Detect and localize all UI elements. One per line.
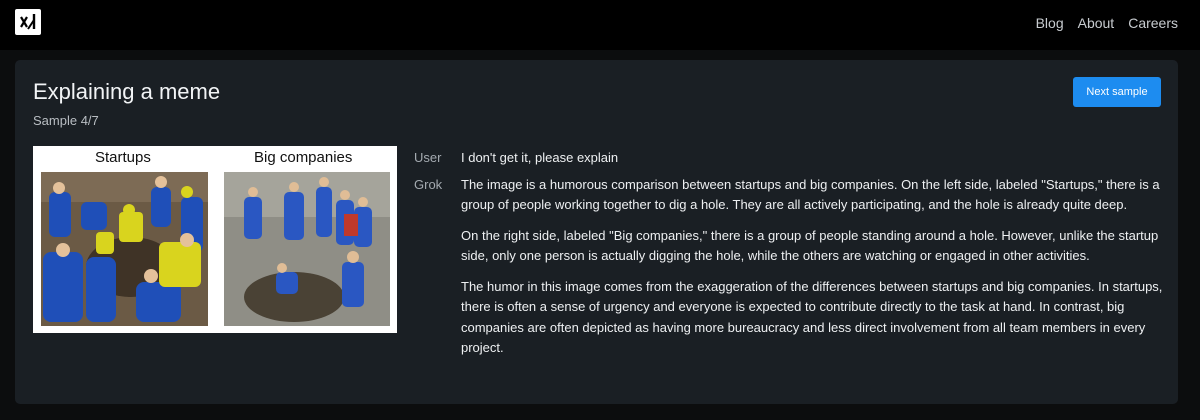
top-navigation-bar: Blog About Careers [0,0,1200,50]
assistant-paragraph: On the right side, labeled "Big companie… [461,227,1159,264]
next-sample-button[interactable]: Next sample [1073,77,1161,107]
meme-label-startups: Startups [95,149,151,166]
conversation: User I don't get it, please explain Grok… [414,148,1166,365]
startups-photo [41,172,208,326]
nav-link-about[interactable]: About [1078,15,1115,31]
sample-card: Explaining a meme Sample 4/7 Next sample… [15,60,1178,404]
sample-counter: Sample 4/7 [33,113,99,128]
nav-link-careers[interactable]: Careers [1128,15,1178,31]
meme-label-big-companies: Big companies [254,149,353,166]
assistant-message: The image is a humorous comparison betwe… [461,175,1166,359]
assistant-turn: Grok The image is a humorous comparison … [414,175,1166,359]
xai-logo-icon[interactable] [15,9,41,35]
assistant-paragraph: The humor in this image comes from the e… [461,278,1163,356]
user-message: I don't get it, please explain [461,150,619,165]
assistant-paragraph: The image is a humorous comparison betwe… [461,176,1160,213]
meme-image: Startups Big companies [33,146,397,333]
nav-links: Blog About Careers [1036,15,1178,31]
user-turn: User I don't get it, please explain [414,148,1166,169]
big-companies-photo [224,172,390,326]
sample-title: Explaining a meme [33,79,221,104]
user-role-label: User [414,150,442,165]
assistant-role-label: Grok [414,176,443,192]
nav-link-blog[interactable]: Blog [1036,15,1064,31]
